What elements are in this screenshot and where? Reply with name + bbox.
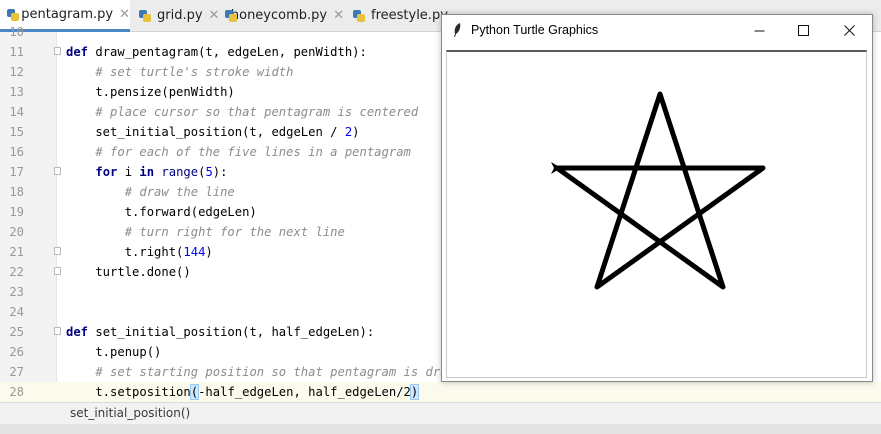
code-text: def draw_pentagram(t, edgeLen, penWidth)… — [66, 45, 367, 59]
line-number: 25 — [9, 325, 24, 339]
turtle-canvas[interactable] — [446, 50, 867, 378]
tab-label: honeycomb.py — [230, 8, 328, 23]
window-title: Python Turtle Graphics — [471, 23, 599, 37]
code-text: turtle.done() — [66, 265, 191, 279]
line-number: 22 — [9, 265, 24, 279]
code-text: # turn right for the next line — [124, 225, 345, 239]
python-file-icon — [224, 9, 237, 23]
code-text: t.pensize(penWidth) — [66, 85, 235, 99]
maximize-button[interactable] — [780, 15, 826, 46]
fold-marker-icon[interactable] — [54, 267, 61, 275]
minimize-button[interactable] — [736, 15, 782, 46]
code-text: def set_initial_position(t, half_edgeLen… — [66, 325, 375, 339]
code-text: t.setposition(-half_edgeLen, half_edgeLe… — [66, 384, 420, 400]
line-number: 19 — [9, 205, 24, 219]
bottom-strip — [0, 424, 881, 434]
fold-marker-icon[interactable] — [54, 247, 61, 255]
line-number: 11 — [9, 45, 24, 59]
maximize-icon — [797, 25, 809, 36]
turtle-graphics-window[interactable]: Python Turtle Graphics — [441, 14, 873, 382]
line-number: 20 — [9, 225, 24, 239]
code-line[interactable]: 28 t.setposition(-half_edgeLen, half_edg… — [0, 382, 881, 402]
fold-marker-icon[interactable] — [54, 327, 61, 335]
tab-label: freestyle.py — [371, 8, 448, 23]
code-text: t.penup() — [66, 345, 162, 359]
window-title-bar[interactable]: Python Turtle Graphics — [442, 15, 872, 46]
close-tab-icon[interactable]: ✕ — [119, 7, 130, 22]
close-tab-icon[interactable]: ✕ — [333, 8, 344, 23]
close-button[interactable] — [826, 15, 872, 46]
python-file-icon — [6, 8, 19, 22]
fold-marker-icon[interactable] — [54, 167, 61, 175]
pentagram-path — [554, 91, 766, 290]
line-number: 24 — [9, 305, 24, 319]
line-number: 13 — [9, 85, 24, 99]
line-number: 21 — [9, 245, 24, 259]
line-number: 16 — [9, 145, 24, 159]
code-text: for i in range(5): — [95, 165, 228, 179]
code-text: # set turtle's stroke width — [95, 65, 294, 79]
status-bar: set_initial_position() — [0, 402, 881, 424]
line-number: 28 — [9, 385, 24, 399]
line-number: 26 — [9, 345, 24, 359]
code-text: t.forward(edgeLen) — [66, 205, 257, 219]
minimize-icon — [754, 30, 764, 32]
pentagram-drawing — [551, 91, 766, 290]
line-number: 17 — [9, 165, 24, 179]
line-number: 27 — [9, 365, 24, 379]
python-file-icon — [138, 9, 152, 23]
line-number: 23 — [9, 285, 24, 299]
line-number: 15 — [9, 125, 24, 139]
line-number: 18 — [9, 185, 24, 199]
code-text: # for each of the five lines in a pentag… — [95, 145, 411, 159]
close-icon — [843, 25, 855, 36]
breadcrumb[interactable]: set_initial_position() — [70, 406, 190, 420]
code-text: set_initial_position(t, edgeLen / 2) — [66, 125, 360, 139]
tab-label: pentagram.py — [21, 7, 114, 22]
line-number: 14 — [9, 105, 24, 119]
code-text: # draw the line — [124, 185, 235, 199]
tab-label: grid.py — [157, 8, 203, 23]
code-text: t.right(144) — [66, 245, 213, 259]
line-number: 10 — [9, 25, 24, 39]
line-number: 12 — [9, 65, 24, 79]
python-file-icon — [352, 9, 366, 23]
code-text: # place cursor so that pentagram is cent… — [95, 105, 419, 119]
feather-icon — [454, 23, 461, 37]
fold-marker-icon[interactable] — [54, 47, 61, 55]
code-text: # set starting position so that pentagra… — [95, 365, 463, 379]
